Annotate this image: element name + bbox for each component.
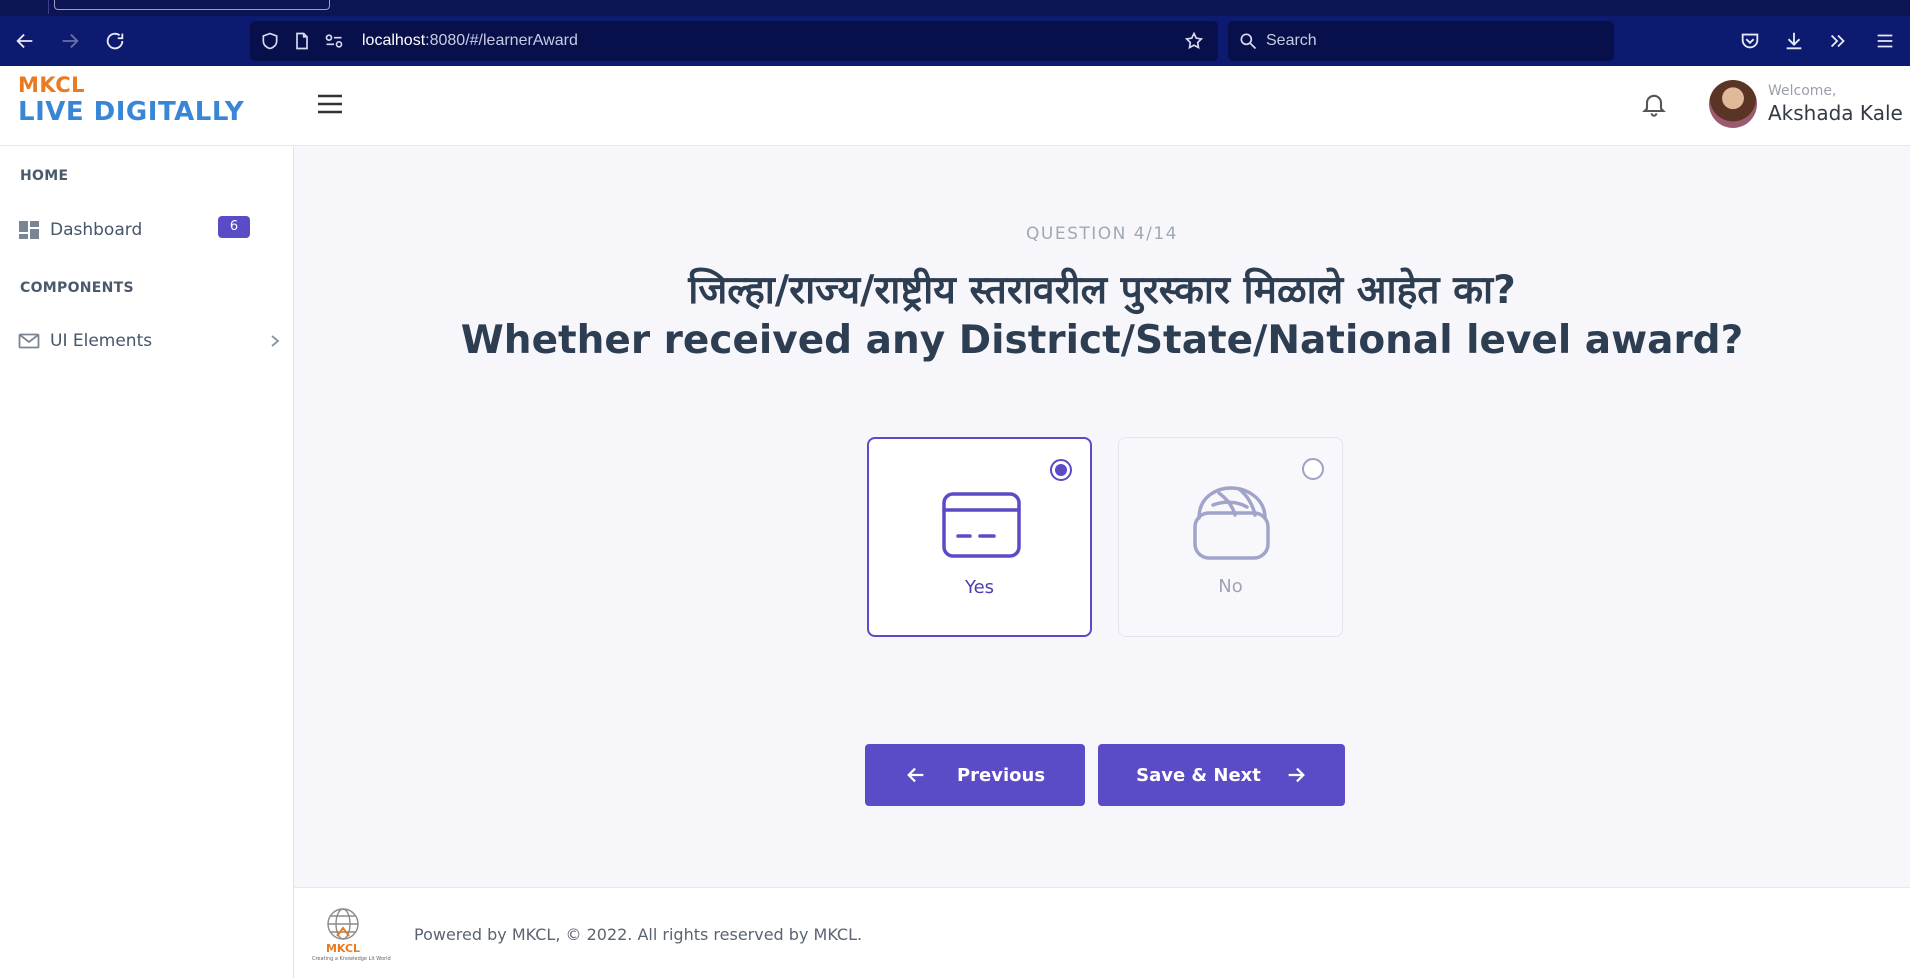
reload-icon[interactable] <box>100 16 130 66</box>
question-text-english: Whether received any District/State/Nati… <box>460 318 1744 363</box>
url-path: :8080/#/learnerAward <box>425 32 578 49</box>
sidebar-section-home: HOME <box>20 168 69 184</box>
avatar[interactable] <box>1709 80 1757 128</box>
option-yes-card[interactable]: Yes <box>867 437 1092 637</box>
sidebar-item-label: UI Elements <box>50 331 153 351</box>
save-next-button[interactable]: Save & Next <box>1098 744 1345 806</box>
app-header: MKCL LIVE DIGITALLY Welcome, Akshada Kal… <box>0 66 1910 146</box>
search-icon <box>1240 33 1257 50</box>
save-next-button-label: Save & Next <box>1136 764 1261 786</box>
page-icon[interactable] <box>292 21 312 61</box>
dashboard-count-badge: 6 <box>218 216 250 238</box>
user-name[interactable]: Akshada Kale <box>1768 101 1903 125</box>
browser-tab[interactable] <box>54 0 330 10</box>
browser-toolbar: localhost:8080/#/learnerAward Search <box>0 16 1910 66</box>
url-bar[interactable]: localhost:8080/#/learnerAward <box>250 21 1218 61</box>
search-placeholder: Search <box>1266 32 1317 49</box>
mkcl-logo[interactable]: MKCL LIVE DIGITALLY <box>18 74 244 128</box>
footer-logo-tagline: Creating a Knowledge Lit World <box>312 956 391 962</box>
browser-tab-strip <box>0 0 1910 16</box>
sidebar-item-ui-elements[interactable]: UI Elements <box>0 321 294 361</box>
browser-menu-icon[interactable] <box>1870 16 1900 66</box>
footer-logo-name: MKCL <box>325 942 361 955</box>
logo-line2: LIVE DIGITALLY <box>18 97 245 127</box>
question-text-marathi: जिल्हा/राज्य/राष्ट्रीय स्तरावरील पुरस्का… <box>688 268 1516 313</box>
globe-logo-icon <box>327 908 359 940</box>
footer-mkcl-logo: MKCL Creating a Knowledge Lit World <box>312 906 391 964</box>
forward-arrow-icon[interactable] <box>55 16 85 66</box>
bag-icon <box>1189 483 1274 563</box>
option-yes-label: Yes <box>964 577 995 598</box>
bookmark-star-icon[interactable] <box>1184 21 1204 61</box>
notification-bell-icon[interactable] <box>1640 90 1668 118</box>
url-text[interactable]: localhost:8080/#/learnerAward <box>362 21 578 61</box>
site-permissions-icon[interactable] <box>324 21 344 61</box>
dashboard-icon <box>18 220 40 240</box>
option-no-radio[interactable] <box>1302 458 1324 480</box>
welcome-label: Welcome, <box>1768 83 1837 99</box>
arrow-left-icon <box>907 767 924 783</box>
browser-search-bar[interactable]: Search <box>1228 21 1614 61</box>
previous-button[interactable]: Previous <box>865 744 1085 806</box>
tab-separator <box>48 0 49 14</box>
footer: MKCL Creating a Knowledge Lit World Powe… <box>294 887 1910 978</box>
sidebar-section-components: COMPONENTS <box>20 280 134 296</box>
footer-copyright: Powered by MKCL, © 2022. All rights rese… <box>414 925 863 944</box>
sidebar-item-label: Dashboard <box>50 220 143 240</box>
option-no-card[interactable]: No <box>1118 437 1343 637</box>
pocket-icon[interactable] <box>1735 16 1765 66</box>
logo-line1: MKCL <box>18 73 86 97</box>
back-arrow-icon[interactable] <box>10 16 40 66</box>
extensions-overflow-icon[interactable] <box>1823 16 1853 66</box>
option-yes-radio[interactable] <box>1050 459 1072 481</box>
url-host: localhost <box>362 32 426 49</box>
arrow-right-icon <box>1288 767 1305 783</box>
option-no-label: No <box>1218 576 1243 597</box>
question-number: QUESTION 4/14 <box>1026 224 1178 244</box>
shield-icon[interactable] <box>260 21 280 61</box>
mail-icon <box>18 331 40 351</box>
sidebar-item-dashboard[interactable]: Dashboard 6 <box>0 210 294 250</box>
sidebar-toggle-hamburger-icon[interactable] <box>314 88 346 120</box>
download-icon[interactable] <box>1779 16 1809 66</box>
chevron-right-icon <box>268 331 282 351</box>
card-icon <box>939 484 1024 564</box>
previous-button-label: Previous <box>956 764 1046 786</box>
sidebar: HOME Dashboard 6 COMPONENTS UI Elements <box>0 146 294 978</box>
